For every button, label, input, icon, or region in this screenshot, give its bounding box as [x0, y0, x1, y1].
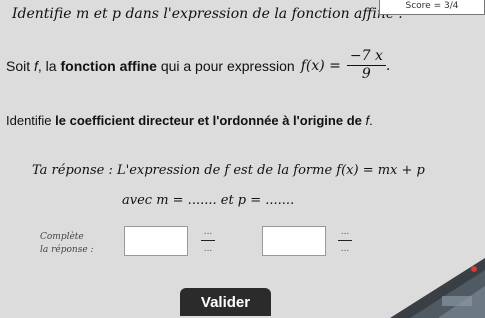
task-suffix: . — [369, 113, 373, 128]
complete-label: Complète la réponse : — [40, 231, 94, 257]
m-fraction-button[interactable]: ... ... — [196, 222, 220, 258]
score-badge: Score = 3/4 — [379, 0, 485, 15]
submit-button[interactable]: Valider — [180, 288, 271, 316]
formula-denominator: 9 — [361, 66, 371, 82]
exercise-title: Identifie m et p dans l'expression de la… — [12, 6, 404, 22]
m-fraction-bottom: ... — [203, 243, 213, 254]
intro-bold: fonction affine — [60, 57, 157, 74]
complete-label-line1: Complète — [40, 232, 84, 242]
m-fraction-top: ... — [203, 226, 213, 237]
function-formula: f(x) = −7 x 9 . — [301, 48, 391, 83]
complete-label-line2: la réponse : — [40, 245, 94, 255]
m-fraction-bar — [201, 239, 215, 241]
formula-period: . — [385, 57, 391, 74]
formula-fraction: −7 x 9 — [346, 48, 386, 83]
p-fraction-bottom: ... — [340, 243, 350, 254]
formula-lhs: f(x) = — [300, 57, 341, 74]
formula-numerator: −7 x — [346, 48, 386, 66]
p-fraction-bar — [338, 239, 352, 241]
task-bold: le coefficient directeur et l'ordonnée à… — [55, 113, 362, 128]
m-input-box[interactable] — [124, 226, 188, 256]
p-fraction-top: ... — [340, 226, 350, 237]
task-instruction: Identifie le coefficient directeur et l'… — [6, 113, 373, 128]
answer-avec-line: avec m = ....... et p = ....... — [122, 193, 295, 208]
p-input-box[interactable] — [262, 226, 326, 256]
intro-mid: , la — [37, 57, 57, 74]
answer-form-line: Ta réponse : L'expression de f est de la… — [32, 163, 425, 178]
intro-suffix: qui a pour expression — [160, 57, 295, 74]
p-fraction-button[interactable]: ... ... — [333, 222, 357, 258]
decorative-corner-image — [390, 258, 485, 318]
intro-prefix: Soit — [6, 57, 31, 74]
question-statement: Soit f, la fonction affine qui a pour ex… — [6, 48, 390, 83]
task-prefix: Identifie — [6, 113, 52, 128]
